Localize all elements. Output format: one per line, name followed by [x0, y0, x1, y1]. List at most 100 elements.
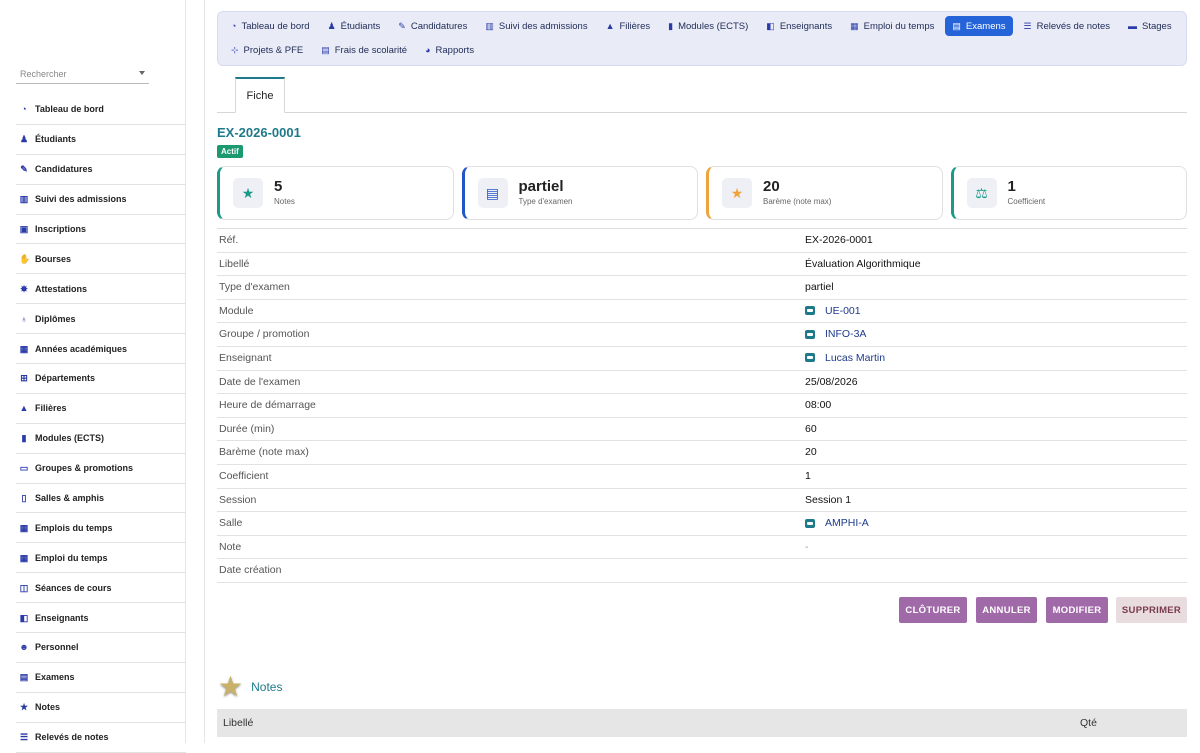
- sidebar-item-diplomes[interactable]: ♁ Diplômes: [16, 304, 186, 335]
- detail-link[interactable]: INFO-3A: [805, 328, 866, 340]
- top-nav-enseignants[interactable]: ◧ Enseignants: [759, 16, 839, 36]
- top-nav-label: Projets & PFE: [243, 44, 304, 56]
- sidebar-item-label: Salles & amphis: [35, 493, 105, 504]
- graduation-cap-icon: ▲: [19, 403, 29, 414]
- link-icon[interactable]: [805, 518, 815, 528]
- detail-value-text[interactable]: UE-001: [825, 305, 861, 317]
- detail-value: EX-2026-0001: [805, 234, 873, 246]
- column-header-qte[interactable]: Qté: [1080, 717, 1097, 729]
- top-nav-row-1: ◔ Tableau de bord ♟ Étudiants ✎ Candidatures ▥…: [224, 16, 1183, 36]
- sidebar-item-label: Modules (ECTS): [35, 433, 104, 444]
- stat-card-value: partiel: [518, 178, 564, 195]
- sidebar-item-salles-amphis[interactable]: ▯ Salles & amphis: [16, 484, 186, 514]
- detail-value-text: Évaluation Algorithmique: [805, 257, 921, 270]
- sidebar-item-label: Étudiants: [35, 134, 77, 145]
- detail-link[interactable]: UE-001: [805, 305, 861, 317]
- detail-key: Note: [219, 540, 242, 553]
- sidebar-item-label: Suivi des admissions: [35, 194, 127, 205]
- sidebar-item-enseignants[interactable]: ◧ Enseignants: [16, 603, 186, 634]
- student-icon: ♟: [327, 20, 336, 31]
- sidebar-item-label: Séances de cours: [35, 582, 112, 593]
- detail-value-text[interactable]: Lucas Martin: [825, 352, 885, 364]
- modifier-button[interactable]: MODIFIER: [1046, 597, 1108, 623]
- stat-card-label: Barème (note max): [763, 197, 832, 206]
- top-navigation: ◔ Tableau de bord ♟ Étudiants ✎ Candidatures ▥…: [217, 11, 1187, 66]
- top-nav-suivi-des-admissions[interactable]: ▥ Suivi des admissions: [478, 16, 594, 36]
- column-header-libelle[interactable]: Libellé: [223, 717, 253, 729]
- link-icon[interactable]: [805, 306, 815, 316]
- graduation-cap-icon: ▲: [605, 21, 615, 31]
- detail-value-text: 08:00: [805, 399, 832, 412]
- annuler-button[interactable]: ANNULER: [976, 597, 1037, 623]
- detail-value: -: [805, 541, 809, 553]
- sidebar-item-candidatures[interactable]: ✎ Candidatures: [16, 155, 186, 185]
- detail-row: Groupe / promotion INFO-3A: [217, 323, 1187, 347]
- top-nav-frais-de-scolarite[interactable]: ▤ Frais de scolarité: [314, 40, 414, 60]
- sidebar-item-emploi-du-temps[interactable]: ▦ Emploi du temps: [16, 543, 186, 574]
- top-nav-projets-pfe[interactable]: ⊹ Projets & PFE: [224, 40, 310, 60]
- sidebar-item-modules-ects[interactable]: ▮ Modules (ECTS): [16, 424, 186, 454]
- chevron-down-icon[interactable]: [139, 71, 145, 75]
- detail-value-text: EX-2026-0001: [805, 234, 873, 246]
- link-icon[interactable]: [805, 329, 815, 339]
- tab-fiche[interactable]: Fiche: [235, 77, 285, 113]
- sidebar-item-label: Notes: [35, 702, 61, 713]
- sidebar-item-label: Relevés de notes: [35, 732, 109, 743]
- detail-key: Salle: [219, 517, 243, 530]
- link-icon[interactable]: [805, 353, 815, 363]
- supprimer-button[interactable]: SUPPRIMER: [1116, 597, 1187, 623]
- file-icon: ▤: [19, 672, 29, 683]
- file-signature-icon: ✎: [20, 164, 28, 175]
- sidebar-item-examens[interactable]: ▤ Examens: [16, 663, 186, 693]
- sidebar-item-groupes-promotions[interactable]: ▭ Groupes & promotions: [16, 454, 186, 484]
- student-icon: ♟: [19, 134, 29, 145]
- sidebar-item-notes[interactable]: ★ Notes: [16, 693, 186, 723]
- detail-key: Barème (note max): [219, 446, 309, 459]
- sidebar-item-label: Filières: [35, 403, 67, 414]
- top-nav-modules-ects[interactable]: ▮ Modules (ECTS): [661, 16, 755, 36]
- sidebar-item-inscriptions[interactable]: ▣ Inscriptions: [16, 215, 186, 245]
- sidebar-item-suivi-des-admissions[interactable]: ▥ Suivi des admissions: [16, 185, 186, 215]
- sidebar-item-seances-de-cours[interactable]: ◫ Séances de cours: [16, 573, 186, 604]
- detail-key: Module: [219, 304, 254, 317]
- top-nav-tableau-de-bord[interactable]: ◔ Tableau de bord: [224, 16, 317, 36]
- calendar-icon: ▦: [19, 343, 29, 354]
- detail-link[interactable]: Lucas Martin: [805, 352, 885, 364]
- sidebar-item-etudiants[interactable]: ♟ Étudiants: [16, 125, 186, 155]
- top-nav-etudiants[interactable]: ♟ Étudiants: [321, 16, 388, 36]
- sidebar-item-personnel[interactable]: ☻ Personnel: [16, 633, 186, 663]
- top-nav-rapports[interactable]: ◕ Rapports: [418, 40, 481, 60]
- sidebar-item-label: Groupes & promotions: [35, 463, 134, 474]
- stat-cards: ★ 5 Notes ▤ partiel Type d'examen ★ 20 Barème (n…: [217, 166, 1187, 220]
- sidebar-item-emplois-du-temps[interactable]: ▦ Emplois du temps: [16, 513, 186, 544]
- top-nav-stages[interactable]: ▬ Stages: [1121, 16, 1179, 36]
- sidebar-item-attestations[interactable]: ✸ Attestations: [16, 274, 186, 305]
- cloturer-button[interactable]: CLÔTURER: [899, 597, 967, 623]
- detail-link[interactable]: AMPHI-A: [805, 517, 869, 529]
- top-nav-label: Étudiants: [340, 20, 381, 32]
- detail-row: Type d'examen partiel: [217, 276, 1187, 300]
- sidebar-item-bourses[interactable]: ✋ Bourses: [16, 244, 186, 275]
- top-nav-releves-de-notes[interactable]: ☰ Relevés de notes: [1017, 16, 1118, 36]
- top-nav-examens[interactable]: ▤ Examens: [945, 16, 1013, 36]
- screen-icon: ▭: [19, 463, 29, 474]
- project-diagram-icon: ⊹: [231, 44, 239, 55]
- sidebar-item-filieres[interactable]: ▲ Filières: [16, 394, 186, 424]
- columns-icon: ▥: [485, 20, 494, 31]
- sidebar-item-releves-de-notes[interactable]: ☰ Relevés de notes: [16, 723, 186, 753]
- hand-coin-icon: ✋: [19, 253, 31, 264]
- top-nav-candidatures[interactable]: ✎ Candidatures: [391, 16, 474, 36]
- sidebar-item-annees-academiques[interactable]: ▦ Années académiques: [16, 334, 186, 365]
- top-nav-emploi-du-temps[interactable]: ▦ Emploi du temps: [843, 16, 941, 36]
- sidebar-item-label: Tableau de bord: [35, 104, 104, 115]
- detail-value-text[interactable]: AMPHI-A: [825, 517, 869, 529]
- top-nav-filieres[interactable]: ▲ Filières: [599, 16, 658, 36]
- sidebar-item-departements[interactable]: ⊞ Départements: [16, 364, 186, 394]
- sidebar-item-tableau-de-bord[interactable]: ◔ Tableau de bord: [16, 95, 186, 125]
- top-nav-label: Frais de scolarité: [334, 44, 408, 56]
- detail-value-text[interactable]: INFO-3A: [825, 328, 866, 340]
- stat-card-value: 5: [274, 178, 283, 195]
- pie-chart-icon: ◕: [425, 45, 431, 55]
- search-select[interactable]: Rechercher: [16, 66, 149, 84]
- notes-section-title: Notes: [251, 680, 283, 694]
